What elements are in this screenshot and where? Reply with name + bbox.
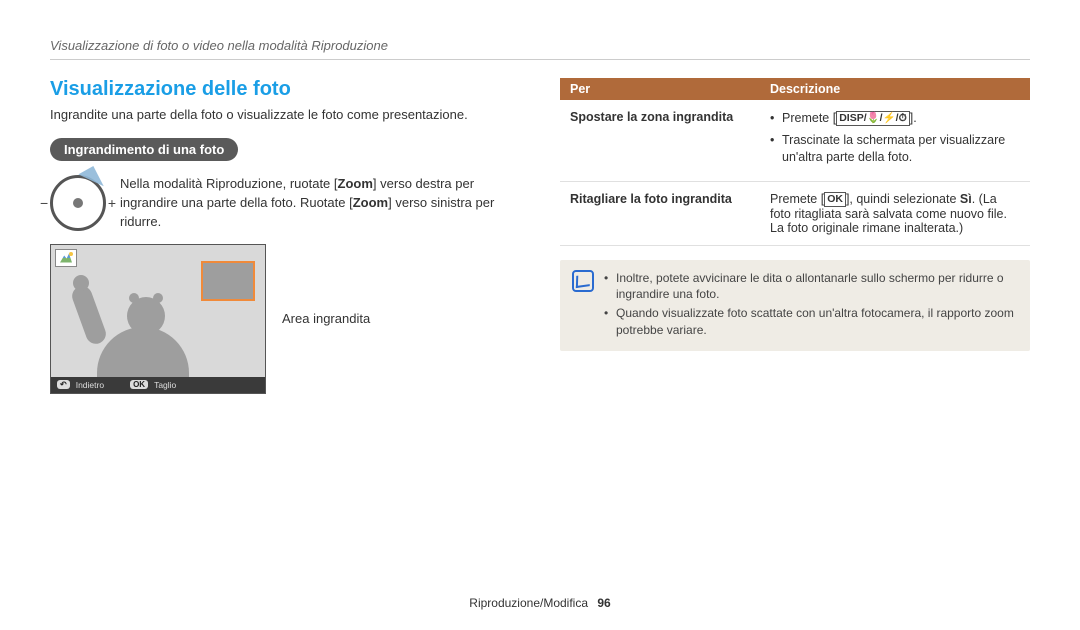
silhouette-graphic <box>79 263 209 393</box>
zoom-instruction: Nella modalità Riproduzione, ruotate [Zo… <box>120 175 520 232</box>
subsection-pill: Ingrandimento di una foto <box>50 138 238 161</box>
footer-section: Riproduzione/Modifica <box>469 596 588 610</box>
left-column: Visualizzazione delle foto Ingrandite un… <box>50 78 520 394</box>
row1-key: Spostare la zona ingrandita <box>560 100 760 181</box>
crop-region <box>203 263 253 299</box>
page-number: 96 <box>597 596 610 610</box>
note-icon <box>572 270 594 292</box>
description-table: Per Descrizione Spostare la zona ingrand… <box>560 78 1030 246</box>
row2-desc: Premete [OK], quindi selezionate Sì. (La… <box>760 181 1030 245</box>
back-label: Indietro <box>76 380 104 390</box>
divider <box>50 59 1030 60</box>
breadcrumb: Visualizzazione di foto o video nella mo… <box>50 38 1030 53</box>
callout-label: Area ingrandita <box>282 311 370 326</box>
picture-badge-icon <box>55 249 77 267</box>
back-key-icon: ↶ <box>57 380 70 389</box>
disp-icons: DISP/🌷/⚡/⏱ <box>836 111 910 126</box>
tip-item: Quando visualizzate foto scattate con un… <box>604 305 1018 339</box>
minus-icon: − <box>40 195 48 211</box>
tip-item: Inoltre, potete avvicinare le dita o all… <box>604 270 1018 304</box>
plus-icon: + <box>108 195 116 211</box>
intro-text: Ingrandite una parte della foto o visual… <box>50 107 520 122</box>
ok-label: Taglio <box>154 380 176 390</box>
section-title: Visualizzazione delle foto <box>50 78 520 101</box>
page-footer: Riproduzione/Modifica 96 <box>0 596 1080 610</box>
table-head-desc: Descrizione <box>760 78 1030 100</box>
table-row: Spostare la zona ingrandita Premete [DIS… <box>560 100 1030 181</box>
photo-preview: ↶ Indietro OK Taglio <box>50 244 266 394</box>
row1-desc: Premete [DISP/🌷/⚡/⏱]. Trascinate la sche… <box>760 100 1030 181</box>
right-column: Per Descrizione Spostare la zona ingrand… <box>560 78 1030 394</box>
preview-footer: ↶ Indietro OK Taglio <box>51 377 265 393</box>
table-head-per: Per <box>560 78 760 100</box>
row2-key: Ritagliare la foto ingrandita <box>560 181 760 245</box>
tip-box: Inoltre, potete avvicinare le dita o all… <box>560 260 1030 351</box>
ok-key-icon: OK <box>130 380 148 389</box>
zoom-dial-icon: − + <box>50 175 106 231</box>
ok-icon: OK <box>824 192 846 207</box>
table-row: Ritagliare la foto ingrandita Premete [O… <box>560 181 1030 245</box>
